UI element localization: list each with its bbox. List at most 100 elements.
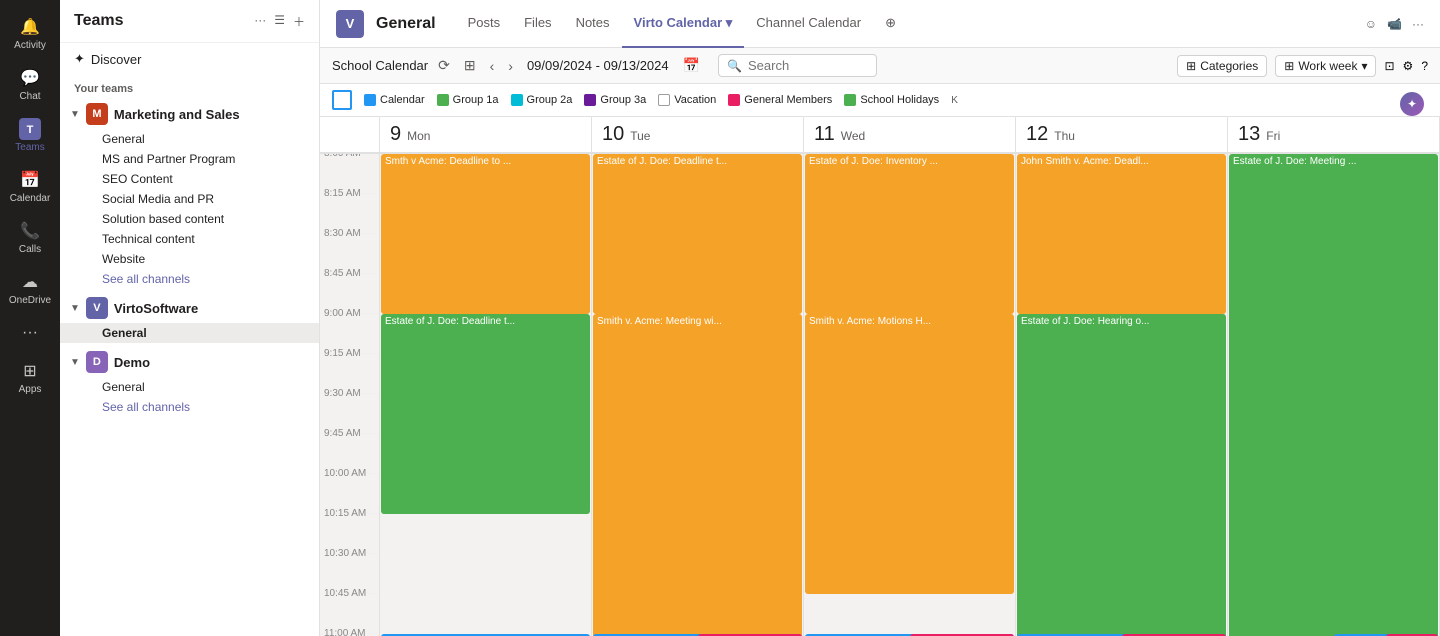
discover-label: Discover [91, 52, 142, 67]
legend-dot-calendar [364, 94, 376, 106]
add-team-icon[interactable]: ＋ [293, 13, 305, 30]
lane-row [380, 594, 591, 634]
more-options-icon[interactable]: ··· [254, 13, 266, 30]
settings-icon[interactable]: ⚙ [1403, 59, 1414, 73]
event-tue-1[interactable]: Estate of J. Doe: Deadline t... [593, 154, 802, 314]
see-all-channels-marketing[interactable]: See all channels [60, 269, 319, 289]
sidebar-item-label: Chat [19, 91, 40, 102]
sidebar-item-activity[interactable]: 🔔 Activity [0, 8, 60, 59]
channel-item[interactable]: SEO Content [60, 169, 319, 189]
tab-notes[interactable]: Notes [564, 0, 622, 48]
event-fri-1[interactable]: Estate of J. Doe: Meeting ... [1229, 154, 1438, 636]
event-wed-1[interactable]: Estate of J. Doe: Inventory ... [805, 154, 1014, 314]
channel-item[interactable]: General [60, 129, 319, 149]
compass-icon: ✦ [74, 51, 85, 67]
ai-sparkle-button[interactable]: ✦ [1400, 92, 1424, 116]
sidebar-item-chat[interactable]: 💬 Chat [0, 59, 60, 110]
search-input[interactable] [748, 58, 868, 73]
team-name-row-virto[interactable]: ▼ V VirtoSoftware [60, 293, 319, 323]
sidebar-item-calendar[interactable]: 📅 Calendar [0, 161, 60, 212]
lane-row [804, 594, 1015, 634]
legend-group1a: Group 1a [437, 94, 499, 106]
cal-toolbar: School Calendar ⟳ ⊞ ‹ › 09/09/2024 - 09/… [320, 48, 1440, 84]
video-icon[interactable]: 📹 [1387, 17, 1402, 31]
refresh-button[interactable]: ⟳ [434, 55, 454, 76]
event-thu-1[interactable]: John Smith v. Acme: Deadl... [1017, 154, 1226, 314]
legend-school-holidays: School Holidays [844, 94, 939, 106]
calendar-icon: 📅 [19, 169, 41, 191]
lane-row [380, 554, 591, 594]
teams-panel-body: Your teams ▼ M Marketing and Sales Gener… [60, 75, 319, 636]
day-name-fri: Fri [1266, 129, 1280, 143]
legend-dot-vacation [658, 94, 670, 106]
sidebar-item-label: Calls [19, 244, 41, 255]
teams-panel: Teams ··· ☰ ＋ ✦ Discover Your teams ▼ M … [60, 0, 320, 636]
more-icon[interactable]: ··· [1412, 17, 1424, 31]
team-name-row-marketing[interactable]: ▼ M Marketing and Sales [60, 99, 319, 129]
legend-dot-group1a [437, 94, 449, 106]
channel-item[interactable]: Website [60, 249, 319, 269]
more-icon: ··· [19, 322, 41, 344]
prev-button[interactable]: ‹ [486, 56, 499, 76]
event-thu-2[interactable]: Estate of J. Doe: Hearing o... [1017, 314, 1226, 636]
date-picker-button[interactable]: 📅 [679, 55, 704, 76]
sidebar-item-apps[interactable]: ⊞ Apps [0, 352, 60, 403]
legend-label-group2a: Group 2a [527, 94, 573, 106]
legend-label-calendar: Calendar [380, 94, 425, 106]
team-group-virto: ▼ V VirtoSoftware General [60, 293, 319, 343]
event-wed-2[interactable]: Smith v. Acme: Motions H... [805, 314, 1014, 594]
team-icon-virto: V [86, 297, 108, 319]
cal-days-header: 9 Mon 10 Tue 11 Wed 12 Thu 13 Fri [320, 117, 1440, 154]
channel-item[interactable]: Social Media and PR [60, 189, 319, 209]
filter-icon[interactable]: ☰ [274, 13, 285, 30]
help-icon[interactable]: ? [1421, 59, 1428, 73]
view-button[interactable]: ⊞ Work week ▾ [1275, 55, 1376, 77]
grid-view-button[interactable]: ⊞ [460, 55, 480, 76]
event-tue-2[interactable]: Smith v. Acme: Meeting wi... [593, 314, 802, 636]
sidebar-item-more[interactable]: ··· [0, 314, 60, 352]
day-header-tue: 10 Tue [592, 117, 804, 152]
day-num-11: 11 [814, 123, 835, 146]
apps-icon: ⊞ [19, 360, 41, 382]
sidebar-item-onedrive[interactable]: ☁ OneDrive [0, 263, 60, 314]
tab-virto-calendar[interactable]: Virto Calendar ▾ [622, 0, 745, 48]
sidebar-item-teams[interactable]: T Teams [0, 110, 60, 161]
channel-item[interactable]: Technical content [60, 229, 319, 249]
tab-add[interactable]: ⊕ [873, 0, 908, 48]
discover-row[interactable]: ✦ Discover [60, 43, 319, 75]
chevron-icon: ▼ [70, 357, 80, 368]
team-icon-demo: D [86, 351, 108, 373]
team-group-demo: ▼ D Demo General See all channels [60, 347, 319, 417]
next-button[interactable]: › [504, 56, 517, 76]
tab-files[interactable]: Files [512, 0, 563, 48]
day-num-9: 9 [390, 123, 401, 146]
legend-label-vacation: Vacation [674, 94, 716, 106]
event-mon-1[interactable]: Smth v Acme: Deadline to ... [381, 154, 590, 314]
cal-day-lane-tue: Estate of J. Doe: Deadline t... Smith v.… [592, 154, 804, 636]
categories-button[interactable]: ⊞ Categories [1177, 55, 1267, 77]
team-name-marketing: Marketing and Sales [114, 107, 240, 122]
reactions-icon[interactable]: ☺ [1365, 17, 1377, 31]
channel-item-general-demo[interactable]: General [60, 377, 319, 397]
legend-vacation: Vacation [658, 94, 716, 106]
cal-toolbar-left: School Calendar ⟳ ⊞ ‹ › 09/09/2024 - 09/… [332, 54, 877, 77]
tab-posts[interactable]: Posts [456, 0, 513, 48]
event-mon-2[interactable]: Estate of J. Doe: Deadline t... [381, 314, 590, 514]
calendar-name: School Calendar [332, 58, 428, 73]
team-name-row-demo[interactable]: ▼ D Demo [60, 347, 319, 377]
day-name-tue: Tue [630, 129, 650, 143]
team-group-marketing: ▼ M Marketing and Sales General MS and P… [60, 99, 319, 289]
channel-item[interactable]: Solution based content [60, 209, 319, 229]
sidebar-item-calls[interactable]: 📞 Calls [0, 212, 60, 263]
legend-dot-group2a [511, 94, 523, 106]
legend-dot-general-members [728, 94, 740, 106]
channel-item-general-virto[interactable]: General [60, 323, 319, 343]
main-content: V General Posts Files Notes Virto Calend… [320, 0, 1440, 636]
categories-label: Categories [1200, 59, 1258, 73]
expand-icon[interactable]: ⊡ [1384, 59, 1394, 73]
cal-day-lane-thu: John Smith v. Acme: Deadl... Estate of J… [1016, 154, 1228, 636]
see-all-channels-demo[interactable]: See all channels [60, 397, 319, 417]
channel-item[interactable]: MS and Partner Program [60, 149, 319, 169]
chevron-icon: ▼ [70, 109, 80, 120]
tab-channel-calendar[interactable]: Channel Calendar [744, 0, 873, 48]
